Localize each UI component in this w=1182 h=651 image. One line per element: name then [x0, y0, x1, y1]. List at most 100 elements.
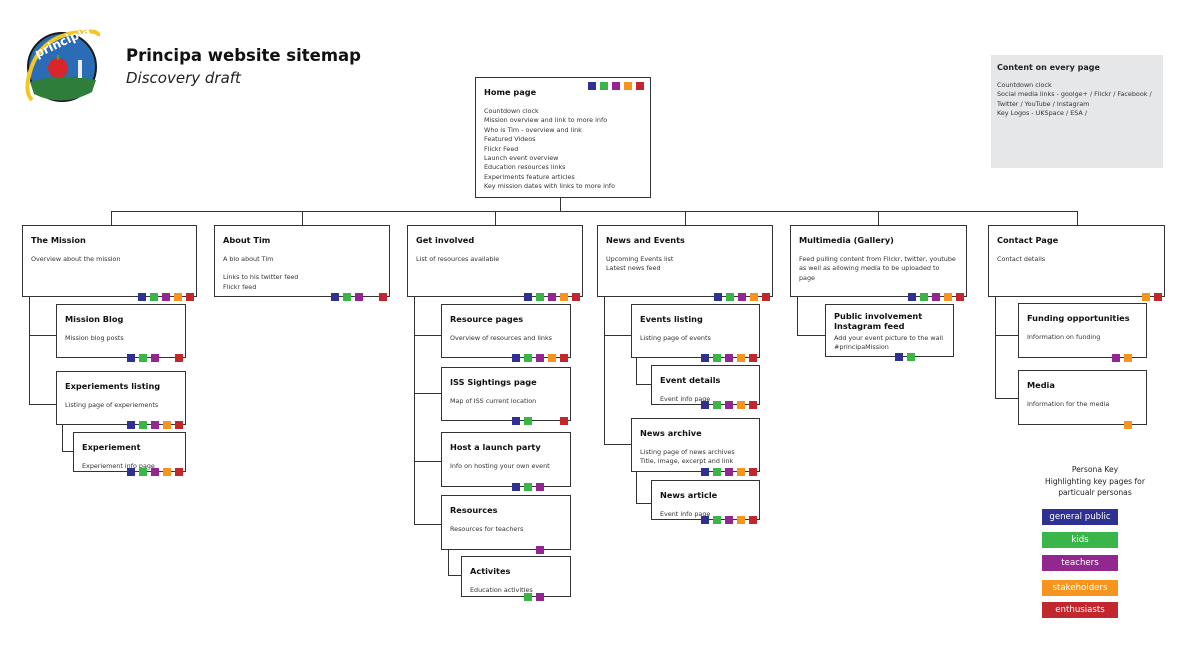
persona-marker-kids [1118, 293, 1126, 301]
connector [414, 393, 441, 395]
connector [797, 335, 825, 337]
page-title: News article [660, 490, 718, 500]
page-title: ISS Sightings page [450, 377, 537, 387]
page-description-line: Experiments feature articles [484, 172, 575, 181]
connector [604, 297, 606, 444]
page-box-about-tim: About Tim A bio about Tim Links to his twi… [214, 225, 390, 301]
persona-marker-kids [907, 353, 915, 361]
page-box-public-involvement: Public involvement Instagram feed Add you… [825, 304, 954, 361]
persona-marker-general-public [127, 468, 135, 476]
page-title: Contact Page [997, 235, 1059, 245]
persona-marker-general-public [1106, 293, 1114, 301]
persona-marker-teachers [725, 354, 733, 362]
page-title: Resources [450, 505, 498, 515]
persona-markers [1088, 354, 1144, 362]
persona-marker-kids [524, 417, 532, 425]
persona-markers [512, 546, 568, 554]
page-description-line: Countdown clock [484, 107, 539, 115]
persona-marker-enthusiasts [379, 293, 387, 301]
connector [29, 404, 56, 406]
persona-marker-enthusiasts [560, 417, 568, 425]
page-description-line: Who is Tim - overview and link [484, 125, 582, 134]
page-title: The Mission [31, 235, 86, 245]
persona-marker-general-public [512, 354, 520, 362]
persona-marker-stakeholders [548, 483, 556, 491]
persona-marker-stakeholders [163, 354, 171, 362]
page-box-media: Media Information for the media [1018, 370, 1147, 429]
page-description-line: #principaMission [834, 343, 889, 352]
persona-markers [588, 82, 644, 90]
persona-marker-kids [713, 354, 721, 362]
connector [878, 211, 880, 225]
page-description-line: Flickr Feed [484, 144, 519, 153]
page-description-line: Information for the media [1027, 400, 1110, 408]
persona-marker-kids [726, 293, 734, 301]
page-title: Event details [660, 375, 721, 385]
persona-marker-stakeholders [737, 516, 745, 524]
page-title: Media [1027, 380, 1055, 390]
page-title: Mission Blog [65, 314, 124, 324]
persona-marker-enthusiasts [175, 468, 183, 476]
page-description-line: Key mission dates with links to more inf… [484, 182, 616, 191]
persona-marker-enthusiasts [175, 354, 183, 362]
persona-marker-teachers [612, 82, 620, 90]
content-on-every-page-panel: Content on every page Countdown clock So… [991, 55, 1163, 168]
persona-marker-kids [1100, 421, 1108, 429]
connector [797, 297, 799, 335]
page-box-resources: Resources Resources for teachers [441, 495, 571, 554]
persona-marker-teachers [1130, 293, 1138, 301]
page-title: Resource pages [450, 314, 524, 324]
persona-marker-enthusiasts [749, 354, 757, 362]
page-box-mission-blog: Mission Blog Mission blog posts [56, 304, 186, 362]
persona-markers [512, 483, 568, 491]
page-title: Funding opportunities [1027, 313, 1130, 323]
page-description-line: Latest news feed [606, 264, 661, 273]
persona-marker-kids [524, 354, 532, 362]
connector [560, 198, 562, 211]
persona-marker-stakeholders [750, 293, 758, 301]
page-description-line: Feed pulling content from Flickr, twitte… [799, 255, 956, 263]
persona-markers [1088, 421, 1144, 429]
persona-marker-teachers [162, 293, 170, 301]
persona-marker-teachers [151, 421, 159, 429]
persona-marker-stakeholders [931, 353, 939, 361]
page-description-line: Links to his twitter feed [223, 273, 299, 282]
page-description-line: Launch event overview [484, 154, 559, 163]
persona-marker-general-public [714, 293, 722, 301]
page-box-activites: Activites Education activities [461, 556, 571, 601]
connector [995, 335, 1018, 337]
persona-markers [512, 593, 568, 601]
page-box-news-and-events: News and Events Upcoming Events list Lates… [597, 225, 773, 301]
page-title: News and Events [606, 235, 685, 245]
persona-marker-enthusiasts [749, 468, 757, 476]
persona-markers [701, 468, 757, 476]
page-box-event-details: Event details Event info page [651, 365, 760, 409]
page-description-line: Listing page of news archives [640, 448, 735, 456]
persona-marker-teachers [536, 483, 544, 491]
persona-enthusiasts: enthusiasts [1042, 602, 1118, 618]
persona-marker-kids [524, 546, 532, 554]
persona-marker-kids [343, 293, 351, 301]
persona-marker-stakeholders [548, 593, 556, 601]
persona-marker-stakeholders [1124, 421, 1132, 429]
persona-markers [127, 421, 183, 429]
connector [995, 398, 1018, 400]
persona-marker-enthusiasts [956, 293, 964, 301]
persona-markers [701, 401, 757, 409]
persona-marker-general-public [701, 401, 709, 409]
persona-marker-enthusiasts [749, 516, 757, 524]
persona-marker-general-public [524, 293, 532, 301]
persona-marker-kids [713, 516, 721, 524]
page-description-line: Map of ISS current location [450, 397, 537, 405]
persona-marker-stakeholders [737, 468, 745, 476]
persona-marker-stakeholders [174, 293, 182, 301]
persona-marker-general-public [701, 468, 709, 476]
persona-marker-enthusiasts [572, 293, 580, 301]
page-box-funding: Funding opportunities Information on fund… [1018, 303, 1147, 362]
page-description-line: Resources for teachers [450, 525, 524, 533]
page-box-contact: Contact Page Contact details [988, 225, 1165, 301]
persona-marker-kids [524, 593, 532, 601]
persona-marker-teachers [1112, 421, 1120, 429]
connector [448, 550, 450, 575]
page-box-events-listing: Events listing Listing page of events [631, 304, 760, 362]
